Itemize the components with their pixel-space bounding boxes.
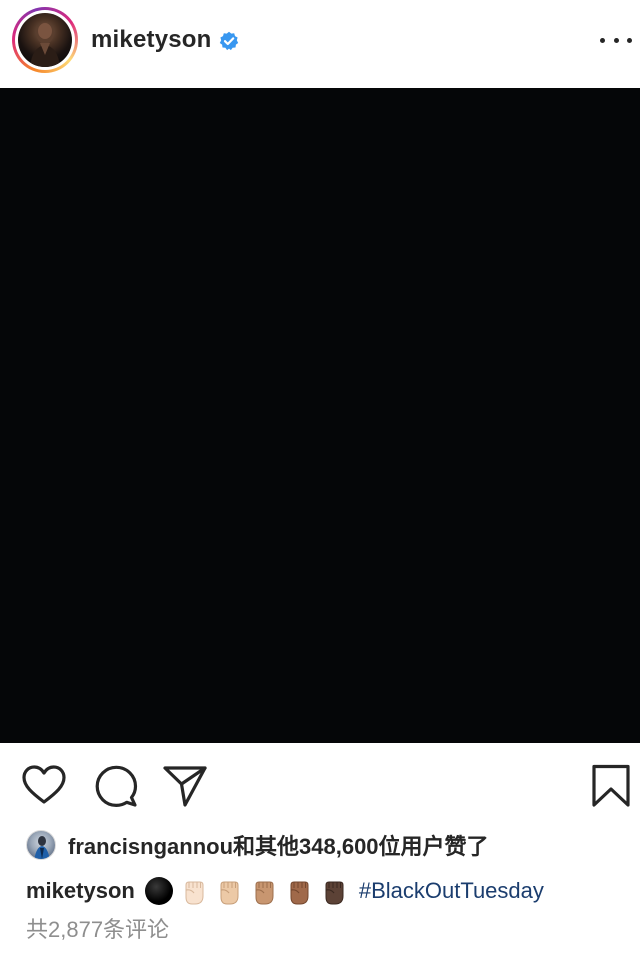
instagram-post: miketyson francisngannou和其他348,600位用户赞了 … (0, 0, 640, 954)
raised-fist-dark-icon (325, 881, 344, 905)
dot (613, 37, 619, 43)
dot (600, 37, 605, 43)
liker-avatar[interactable] (26, 830, 56, 860)
bookmark-icon[interactable] (590, 764, 632, 808)
heart-icon[interactable] (22, 764, 66, 808)
raised-fist-medium-dark-icon (290, 881, 309, 905)
caption: miketyson #BlackOutTuesday (26, 873, 544, 909)
hashtag-link[interactable]: #BlackOutTuesday (359, 878, 544, 904)
raised-fist-medium-light-icon (220, 881, 239, 905)
likes-text: francisngannou和其他348,600位用户赞了 (68, 834, 489, 859)
avatar-portrait (30, 22, 60, 67)
caption-username[interactable]: miketyson (26, 878, 135, 904)
raised-fist-light-icon (185, 881, 204, 905)
liker-portrait (34, 836, 50, 859)
post-header: miketyson (0, 0, 640, 86)
raised-fist-medium-icon (255, 881, 274, 905)
likes-summary[interactable]: francisngannou和其他348,600位用户赞了 (26, 828, 489, 862)
username[interactable]: miketyson (91, 25, 212, 55)
more-options-icon[interactable] (600, 28, 632, 52)
comment-icon[interactable] (94, 764, 138, 808)
paper-plane-icon[interactable] (162, 764, 208, 808)
avatar-border (15, 10, 75, 70)
dot (627, 37, 632, 43)
view-comments-link[interactable]: 共2,877条评论 (26, 915, 169, 945)
story-ring[interactable] (12, 7, 78, 73)
avatar (18, 13, 72, 67)
black-circle-icon (144, 876, 173, 906)
verified-badge-icon (219, 31, 239, 51)
post-image[interactable] (0, 88, 640, 743)
